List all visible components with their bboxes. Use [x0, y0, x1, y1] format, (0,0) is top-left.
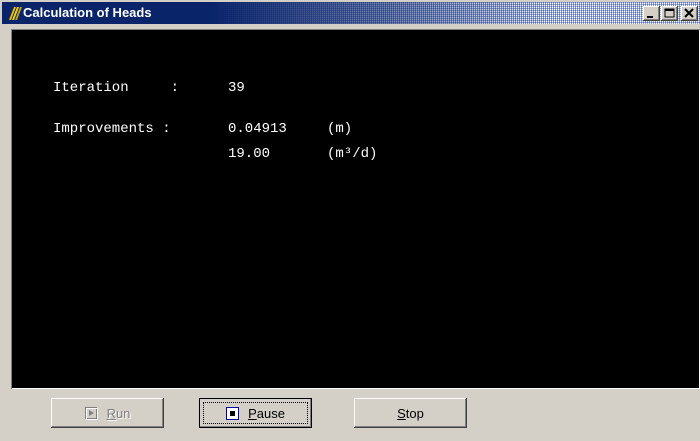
- head-improvement-unit: (m): [327, 121, 353, 137]
- output-console: Iteration : 39 Improvements : 0.04913 (m…: [11, 29, 700, 389]
- app-icon: [9, 7, 22, 20]
- focus-rectangle: [203, 402, 308, 424]
- play-icon: [84, 406, 98, 420]
- run-label: Run: [106, 405, 131, 421]
- improvements-label: Improvements :: [53, 121, 180, 137]
- close-button[interactable]: [681, 6, 698, 21]
- pause-icon: [226, 406, 240, 420]
- iteration-label: Iteration :: [53, 80, 188, 96]
- stop-label: Stop: [397, 405, 424, 421]
- iteration-value: 39: [228, 80, 245, 96]
- title-bar[interactable]: Calculation of Heads: [2, 2, 700, 24]
- pause-button[interactable]: Pause: [199, 398, 312, 428]
- maximize-button[interactable]: [661, 6, 678, 21]
- maximize-icon: [664, 8, 675, 18]
- caption-buttons: [642, 6, 698, 22]
- close-icon: [684, 8, 694, 18]
- flow-improvement-unit: (m³/d): [327, 146, 378, 162]
- minimize-button[interactable]: [643, 6, 660, 21]
- flow-improvement-value: 19.00: [228, 146, 271, 162]
- minimize-icon: [647, 16, 653, 18]
- stop-button[interactable]: Stop: [354, 398, 467, 428]
- run-button[interactable]: Run: [51, 398, 164, 428]
- head-improvement-value: 0.04913: [228, 121, 287, 137]
- calculation-window: Calculation of Heads Iteration : 39 Impr…: [0, 0, 700, 441]
- window-title: Calculation of Heads: [23, 5, 152, 20]
